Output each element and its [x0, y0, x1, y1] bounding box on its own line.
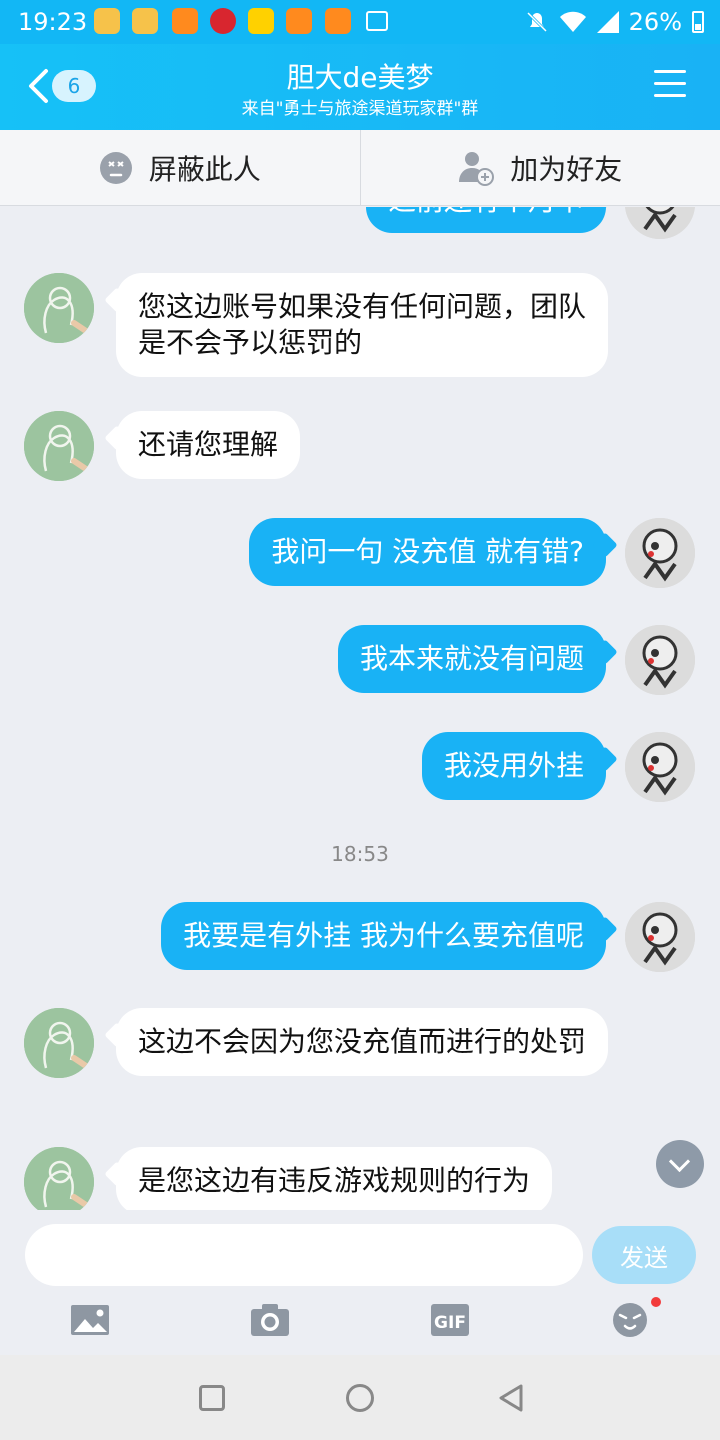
- citic-icon: [210, 8, 236, 34]
- message-bubble-incoming[interactable]: 您这边账号如果没有任何问题，团队是不会予以惩罚的: [116, 273, 608, 377]
- menu-icon[interactable]: [654, 70, 686, 100]
- add-friend-label: 加为好友: [510, 152, 623, 186]
- meituan-icon: [248, 8, 274, 34]
- chat-subtitle: 来自"勇士与旅途渠道玩家群"群: [241, 99, 479, 119]
- emoji-icon[interactable]: [610, 1302, 650, 1338]
- app-icon-3: [172, 8, 198, 34]
- battery-icon: [692, 11, 704, 33]
- message-timestamp: 18:53: [331, 842, 389, 866]
- message-bubble-incoming[interactable]: 这边不会因为您没充值而进行的处罚: [116, 1008, 608, 1076]
- image-icon: [366, 11, 388, 31]
- wifi-icon: [559, 11, 586, 32]
- input-bar: 发送 GIF: [0, 1210, 720, 1355]
- chat-header: 6 胆大de美梦 来自"勇士与旅途渠道玩家群"群: [0, 44, 720, 130]
- image-picker-icon[interactable]: [70, 1302, 110, 1338]
- gif-icon[interactable]: GIF: [430, 1302, 470, 1338]
- app-icon-1: [94, 8, 120, 34]
- scroll-to-bottom-button[interactable]: [656, 1140, 704, 1188]
- system-nav-bar: [0, 1355, 720, 1440]
- message-bubble-outgoing[interactable]: 我要是有外挂 我为什么要充值呢: [161, 902, 606, 970]
- svg-text:GIF: GIF: [434, 1313, 466, 1333]
- chat-title: 胆大de美梦: [286, 61, 434, 94]
- emoji-new-indicator: [651, 1297, 661, 1307]
- self-avatar[interactable]: [625, 207, 695, 239]
- contact-avatar[interactable]: [24, 273, 94, 343]
- status-bar: 19:23 26%: [0, 0, 720, 44]
- message-input[interactable]: [25, 1224, 583, 1286]
- self-avatar[interactable]: [625, 625, 695, 695]
- add-friend-icon: [459, 151, 495, 186]
- add-friend-button[interactable]: 加为好友: [359, 130, 720, 205]
- app-icon-4: [286, 8, 312, 34]
- message-list[interactable]: 之前还有个月卡 您这边账号如果没有任何问题，团队是不会予以惩罚的 还请您理解 我…: [0, 207, 720, 1210]
- message-bubble-outgoing[interactable]: 我没用外挂: [421, 732, 606, 800]
- contact-avatar[interactable]: [24, 1008, 94, 1078]
- self-avatar[interactable]: [625, 732, 695, 802]
- stranger-action-bar: 屏蔽此人 加为好友: [0, 130, 720, 206]
- self-avatar[interactable]: [625, 518, 695, 588]
- message-bubble-incoming[interactable]: 还请您理解: [116, 411, 301, 479]
- nav-back-icon[interactable]: [496, 1383, 526, 1413]
- block-user-button[interactable]: 屏蔽此人: [0, 130, 360, 205]
- contact-avatar[interactable]: [24, 1147, 94, 1210]
- message-bubble-incoming[interactable]: 是您这边有违反游戏规则的行为: [116, 1147, 553, 1210]
- signal-icon: [596, 11, 619, 33]
- app-icon-5: [325, 8, 351, 34]
- message-bubble-outgoing[interactable]: 我本来就没有问题: [337, 625, 606, 693]
- battery-percent: 26%: [628, 8, 682, 36]
- block-user-label: 屏蔽此人: [148, 152, 261, 186]
- block-face-icon: [99, 151, 132, 184]
- message-bubble-outgoing[interactable]: 我问一句 没充值 就有错?: [249, 518, 606, 586]
- send-button[interactable]: 发送: [592, 1226, 696, 1284]
- mute-icon: [526, 11, 547, 33]
- self-avatar[interactable]: [625, 902, 695, 972]
- message-bubble-outgoing[interactable]: 之前还有个月卡: [365, 207, 606, 233]
- camera-icon[interactable]: [250, 1302, 290, 1338]
- contact-avatar[interactable]: [24, 411, 94, 481]
- recents-icon[interactable]: [199, 1385, 225, 1411]
- status-time: 19:23: [18, 8, 88, 36]
- app-icon-2: [132, 8, 158, 34]
- home-icon[interactable]: [346, 1384, 374, 1412]
